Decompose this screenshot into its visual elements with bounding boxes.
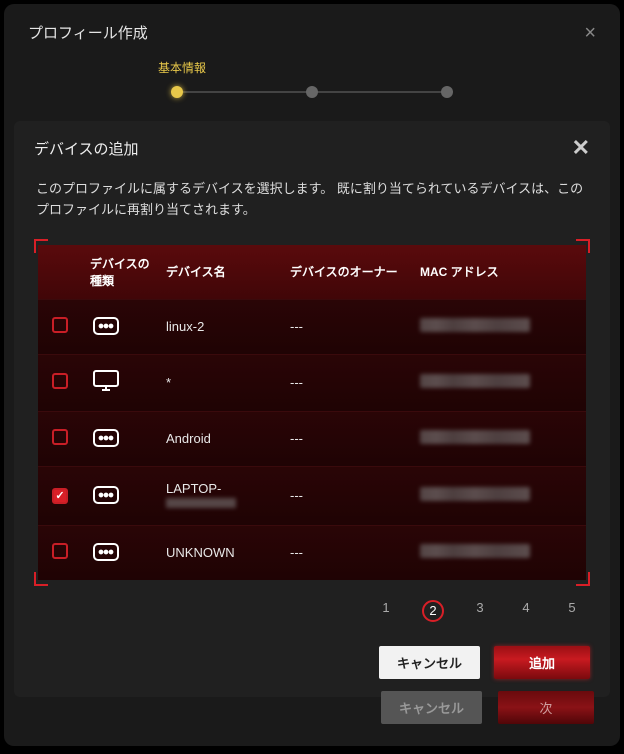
modal-title: デバイスの追加 (34, 138, 139, 159)
device-owner: --- (282, 299, 412, 354)
page-title: プロフィール作成 (28, 22, 148, 43)
add-device-modal: デバイスの追加 ✕ このプロファイルに属するデバイスを選択します。 既に割り当て… (14, 121, 610, 697)
pagination: 1 2 3 4 5 (14, 586, 610, 628)
page-3[interactable]: 3 (470, 600, 490, 622)
device-mac (412, 299, 586, 354)
table-row: Android--- (38, 411, 586, 466)
device-name: LAPTOP- (158, 466, 282, 525)
device-type-icon (90, 369, 122, 393)
col-header-name: デバイス名 (158, 245, 282, 300)
device-owner: --- (282, 466, 412, 525)
device-type-icon (90, 540, 122, 564)
device-table: デバイスの種類 デバイス名 デバイスのオーナー MAC アドレス linux-2… (38, 245, 586, 580)
device-type-icon (90, 426, 122, 450)
outer-next-button[interactable]: 次 (498, 691, 594, 724)
table-row: *--- (38, 354, 586, 411)
col-header-owner: デバイスのオーナー (282, 245, 412, 300)
device-owner: --- (282, 525, 412, 580)
col-header-mac: MAC アドレス (412, 245, 586, 300)
frame-corner (576, 572, 590, 586)
row-checkbox[interactable] (52, 317, 68, 333)
col-header-type: デバイスの種類 (82, 245, 158, 300)
device-name: UNKNOWN (158, 525, 282, 580)
step-dot-2 (306, 86, 318, 98)
table-row: LAPTOP---- (38, 466, 586, 525)
page-1[interactable]: 1 (376, 600, 396, 622)
device-name: * (158, 354, 282, 411)
step-label: 基本情報 (158, 59, 206, 76)
row-checkbox[interactable] (52, 429, 68, 445)
modal-cancel-button[interactable]: キャンセル (379, 646, 480, 679)
device-mac (412, 411, 586, 466)
device-name: linux-2 (158, 299, 282, 354)
device-type-icon (90, 483, 122, 507)
close-icon[interactable]: × (584, 23, 596, 43)
page-5[interactable]: 5 (562, 600, 582, 622)
outer-cancel-button[interactable]: キャンセル (381, 691, 482, 724)
frame-corner (576, 239, 590, 253)
device-owner: --- (282, 354, 412, 411)
frame-corner (34, 572, 48, 586)
row-checkbox[interactable] (52, 488, 68, 504)
device-mac (412, 525, 586, 580)
modal-description: このプロファイルに属するデバイスを選択します。 既に割り当てられているデバイスは… (14, 173, 610, 239)
table-row: UNKNOWN--- (38, 525, 586, 580)
modal-add-button[interactable]: 追加 (494, 646, 590, 679)
step-dot-3 (441, 86, 453, 98)
device-type-icon (90, 314, 122, 338)
device-mac (412, 466, 586, 525)
device-mac (412, 354, 586, 411)
step-dot-1 (171, 86, 183, 98)
table-row: linux-2--- (38, 299, 586, 354)
row-checkbox[interactable] (52, 373, 68, 389)
row-checkbox[interactable] (52, 543, 68, 559)
progress-stepper: 基本情報 (4, 53, 620, 121)
device-name: Android (158, 411, 282, 466)
modal-close-icon[interactable]: ✕ (572, 137, 590, 159)
frame-corner (34, 239, 48, 253)
page-2[interactable]: 2 (422, 600, 444, 622)
page-4[interactable]: 4 (516, 600, 536, 622)
device-owner: --- (282, 411, 412, 466)
